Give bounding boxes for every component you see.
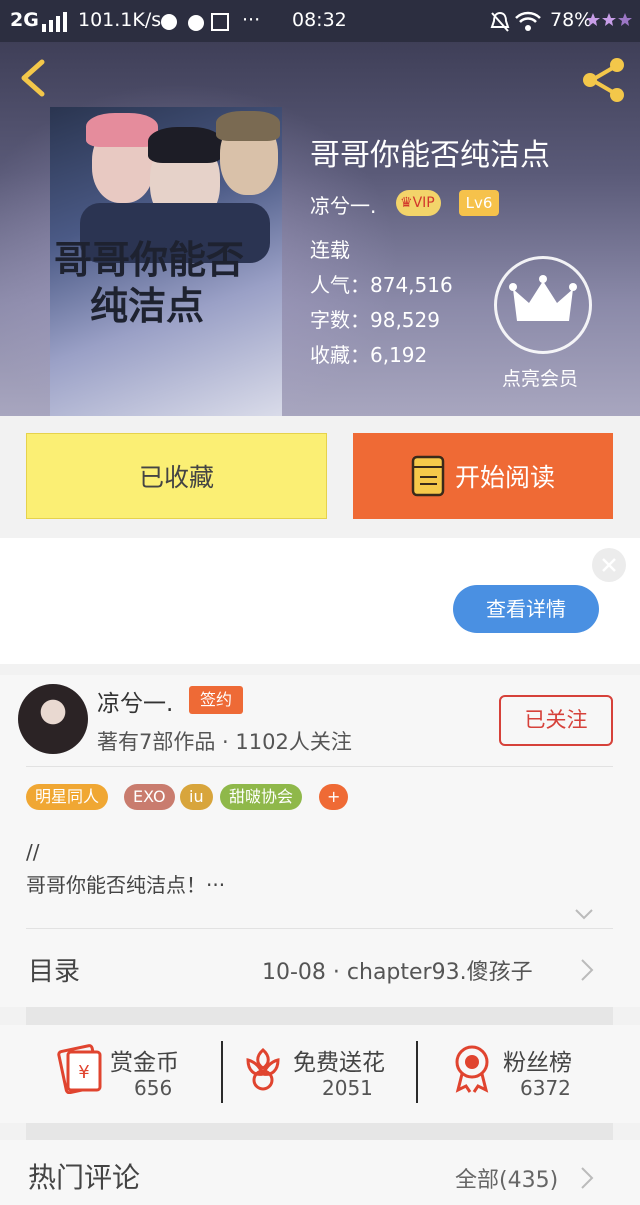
start-reading-button[interactable]: 开始阅读 <box>353 433 613 519</box>
tag-exo[interactable]: EXO <box>124 784 175 810</box>
gift-flower-count: 2051 <box>322 1076 373 1100</box>
intro-line-1: // <box>26 840 40 864</box>
vertical-divider <box>221 1041 223 1103</box>
add-tag-button[interactable]: + <box>319 784 349 810</box>
popularity-stat: 人气：874,516 <box>310 273 453 297</box>
hot-comments-title: 热门评论 <box>28 1161 141 1194</box>
coin-envelope-icon[interactable]: ¥ <box>56 1042 104 1095</box>
vip-badge: ♛VIP <box>396 190 441 216</box>
crown-small-icon: ♛ <box>400 195 413 211</box>
book-cover[interactable]: 哥哥你能否 纯洁点 <box>50 107 282 416</box>
all-comments-link[interactable]: 全部(435) <box>455 1162 558 1194</box>
cover-figure-hair <box>148 127 222 163</box>
medal-icon[interactable] <box>450 1044 494 1094</box>
intro-line-2: 哥哥你能否纯洁点！··· <box>26 873 226 897</box>
network-type: 2G <box>10 9 39 31</box>
member-label[interactable]: 点亮会员 <box>502 364 578 391</box>
book-icon <box>411 455 445 497</box>
author-name-header[interactable]: 凉兮一. <box>310 190 376 219</box>
divider <box>26 928 613 929</box>
tag-celebrity-fanfic[interactable]: 明星同人 <box>26 784 109 810</box>
vip-label: VIP <box>412 195 435 211</box>
notification-icons <box>161 13 229 31</box>
toc-label: 目录 <box>28 957 81 987</box>
close-icon <box>602 558 616 572</box>
gift-coin-count: 656 <box>134 1076 173 1100</box>
crown-icon <box>509 275 577 321</box>
cover-figure-hair <box>216 111 280 141</box>
author-name[interactable]: 凉兮一. <box>97 684 173 718</box>
wifi-icon <box>515 11 541 31</box>
flower-icon[interactable] <box>242 1046 284 1092</box>
back-arrow-icon[interactable] <box>18 58 48 98</box>
signed-badge: 签约 <box>189 686 243 714</box>
gift-fans-count: 6372 <box>520 1076 571 1100</box>
following-button[interactable]: 已关注 <box>499 695 613 746</box>
svg-text:¥: ¥ <box>78 1062 89 1083</box>
avatar[interactable] <box>18 684 88 754</box>
share-icon[interactable] <box>580 56 628 104</box>
word-count-stat: 字数：98,529 <box>310 308 440 332</box>
signal-icon <box>42 12 67 32</box>
chevron-right-icon <box>581 959 594 981</box>
cover-title-line2: 纯洁点 <box>90 283 205 328</box>
view-details-button[interactable]: 查看详情 <box>453 585 599 633</box>
gift-fans-title[interactable]: 粉丝榜 <box>503 1043 572 1077</box>
network-speed: 101.1K/s <box>78 9 162 31</box>
close-ad-button[interactable] <box>592 548 626 582</box>
latest-chapter[interactable]: 10-08 · chapter93.傻孩子 <box>262 954 533 986</box>
chevron-right-icon <box>581 1167 594 1189</box>
favorites-stat: 收藏：6,192 <box>310 343 428 367</box>
level-badge: Lv6 <box>459 190 499 216</box>
section-separator <box>26 1007 613 1025</box>
gift-flower-title[interactable]: 免费送花 <box>293 1043 385 1077</box>
tag-sweet-association[interactable]: 甜啵协会 <box>220 784 303 810</box>
divider <box>26 766 613 767</box>
favorited-label: 已收藏 <box>138 463 214 492</box>
status-bar: 2G 101.1K/s ··· 08:32 78% <box>0 0 640 42</box>
section-separator <box>26 1123 613 1141</box>
start-reading-label: 开始阅读 <box>454 463 555 492</box>
mute-bell-icon <box>490 11 510 32</box>
book-title: 哥哥你能否纯洁点 <box>310 138 550 173</box>
battery-stars-icon <box>586 13 632 26</box>
author-stats: 著有7部作品 · 1102人关注 <box>97 730 352 754</box>
more-dots: ··· <box>242 9 261 31</box>
chevron-down-icon[interactable] <box>574 904 594 924</box>
gift-coin-title[interactable]: 赏金币 <box>110 1043 179 1077</box>
member-button[interactable] <box>494 256 592 354</box>
tag-iu[interactable]: iu <box>180 784 213 810</box>
clock: 08:32 <box>292 9 347 31</box>
vertical-divider <box>416 1041 418 1103</box>
serial-status: 连载 <box>310 238 350 262</box>
favorited-button[interactable]: 已收藏 <box>26 433 327 519</box>
